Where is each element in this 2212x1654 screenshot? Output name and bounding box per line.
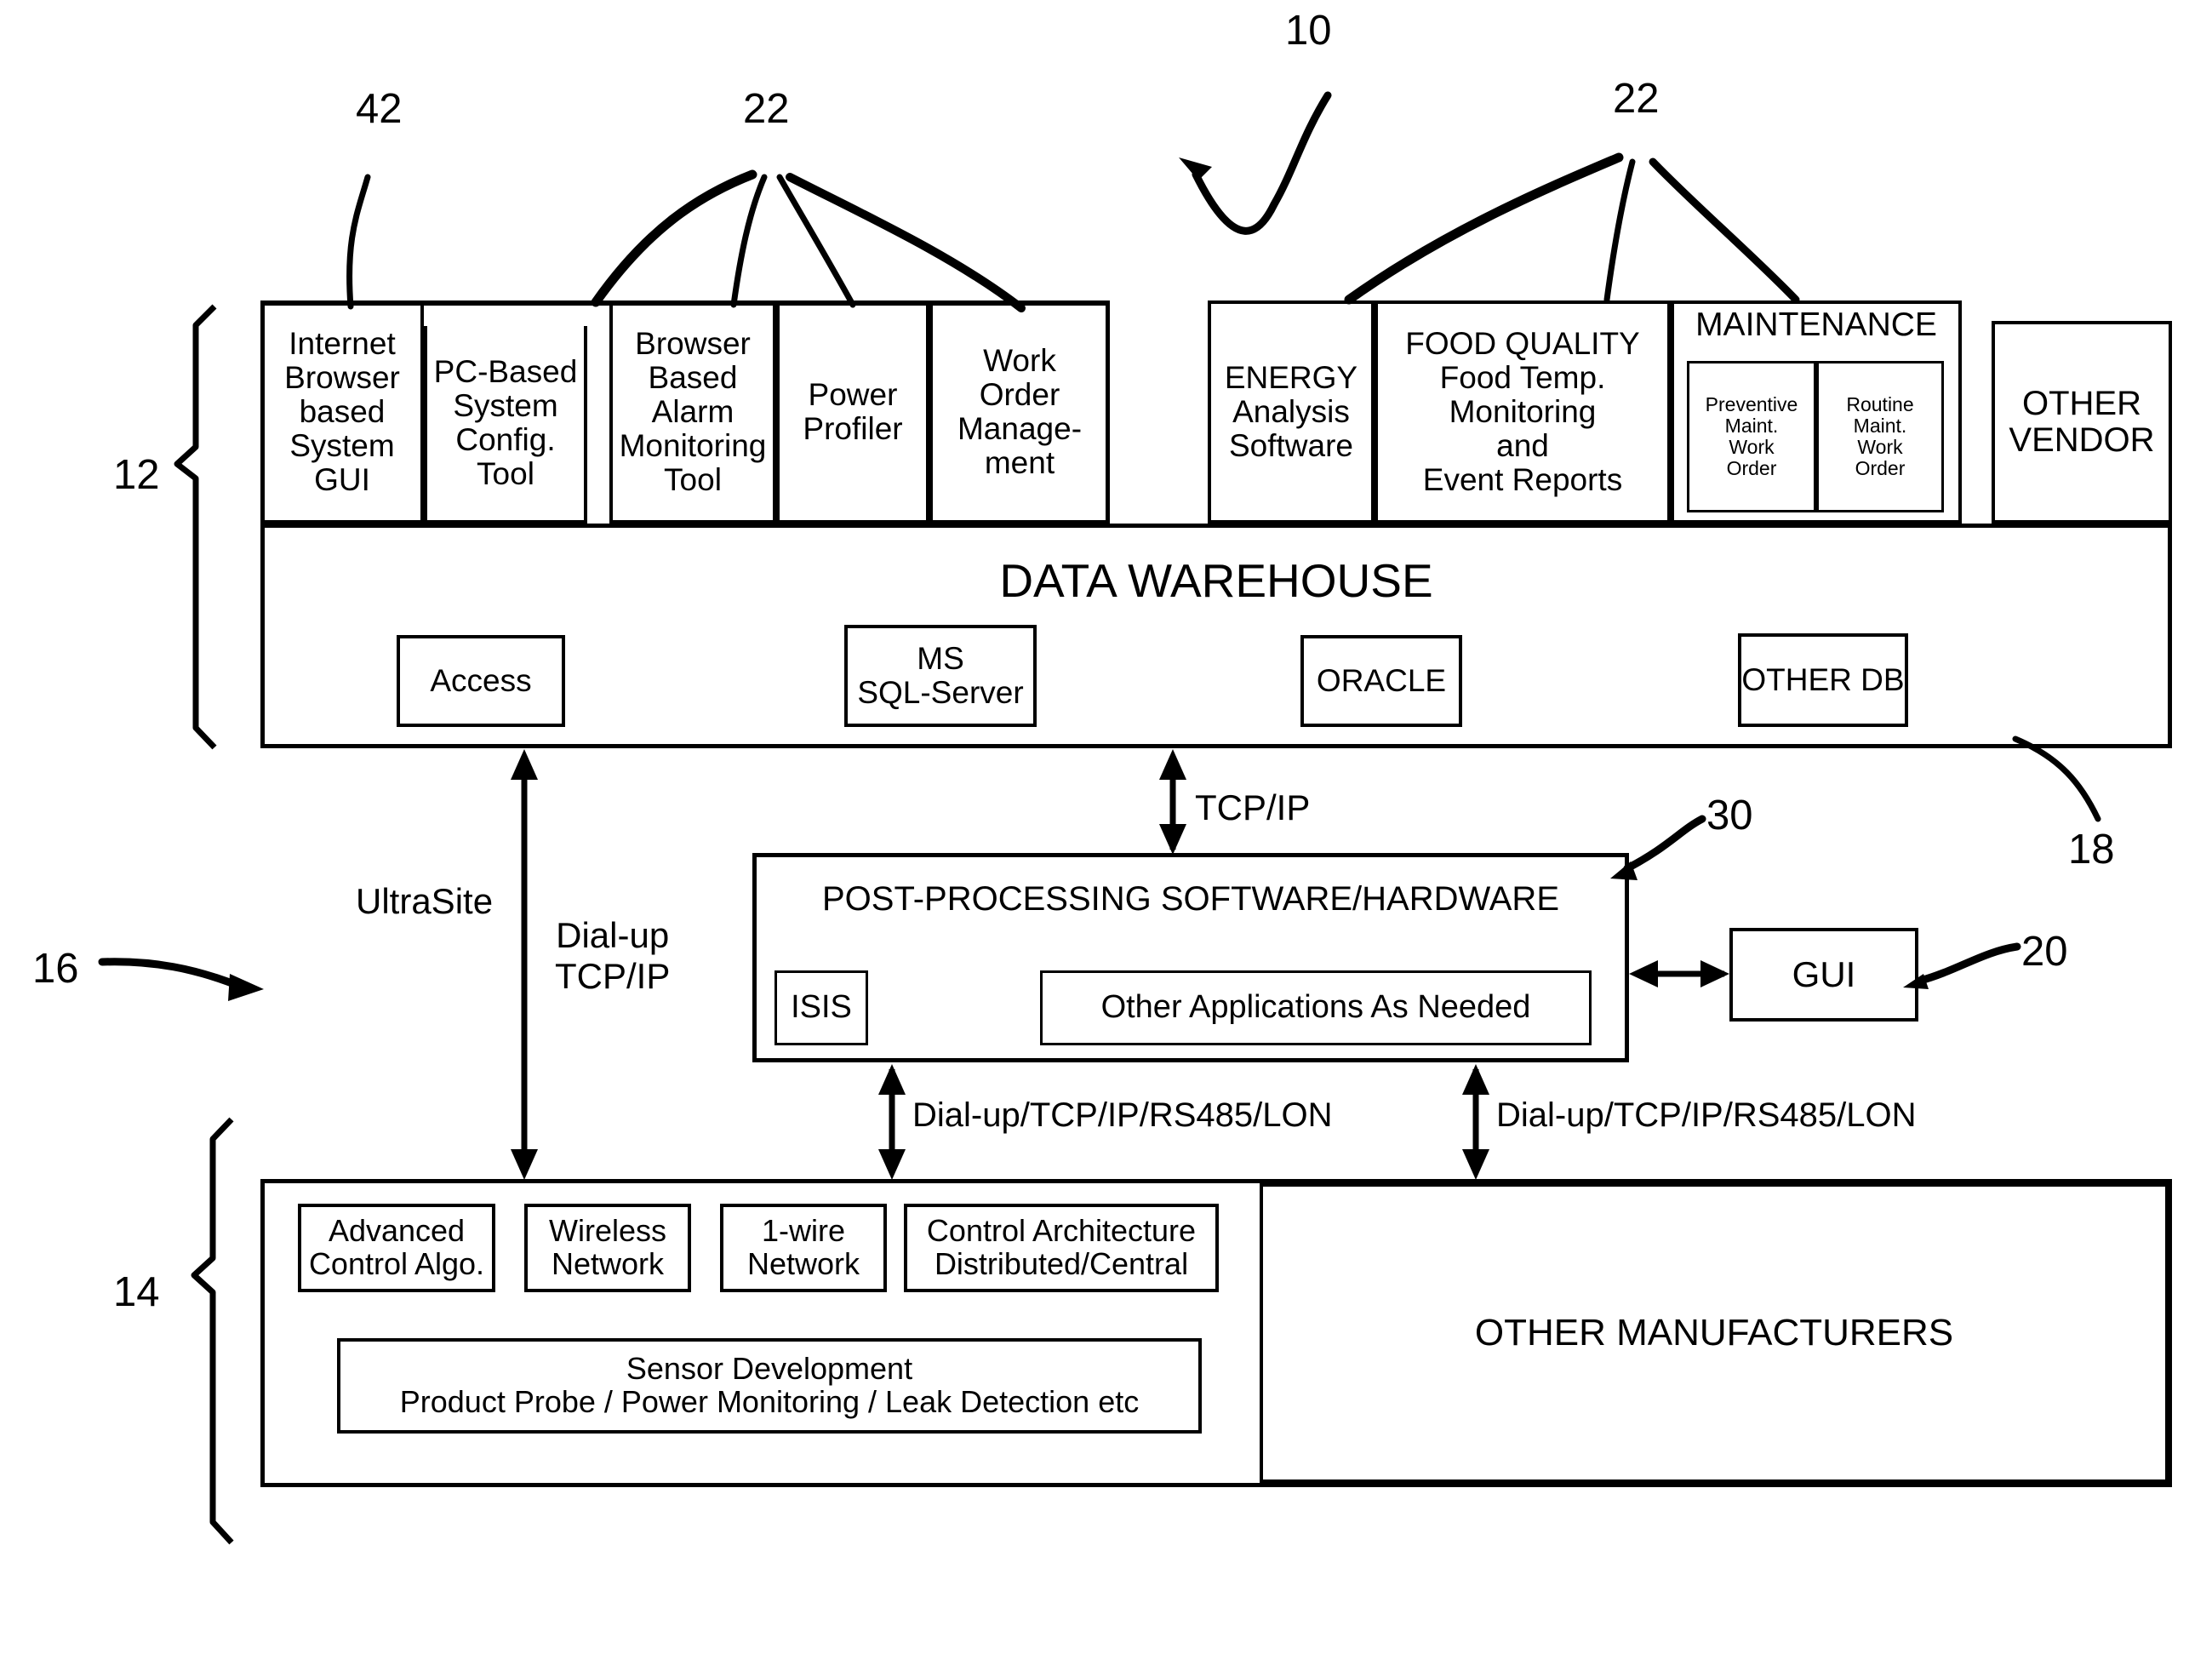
arrow-bus-left-head-down — [878, 1149, 906, 1180]
field-box-wireless-network[interactable]: Wireless Network — [524, 1204, 691, 1292]
brace-12 — [174, 304, 217, 750]
gui-label: GUI — [1792, 954, 1856, 995]
leader-20 — [1916, 942, 2021, 985]
field-box-1-wire-network[interactable]: 1-wire Network — [720, 1204, 887, 1292]
connector-label-bus-left: Dial-up/TCP/IP/RS485/LON — [912, 1096, 1333, 1134]
arrow-ultrasite-head-up — [511, 749, 538, 780]
app-tile-label: Internet Browser based System GUI — [284, 326, 400, 497]
left-group-right-rule — [1106, 300, 1110, 524]
arrow-tcpip-head-down — [1159, 824, 1186, 855]
leader-22-left-d — [786, 173, 1026, 312]
ref-number-22-left: 22 — [743, 86, 790, 132]
ref-number-18: 18 — [2068, 827, 2115, 873]
maintenance-title: MAINTENANCE — [1695, 306, 1937, 343]
arrow-bus-left-head-up — [878, 1064, 906, 1095]
data-warehouse-title: DATA WAREHOUSE — [999, 554, 1433, 607]
field-box-label: 1-wire Network — [746, 1213, 860, 1281]
app-tile-label: Work Order Manage-ment — [957, 343, 1083, 480]
leader-22-right-a — [1344, 152, 1624, 305]
ref-number-12: 12 — [113, 452, 160, 498]
field-box-label: Advanced Control Algo. — [308, 1213, 485, 1281]
field-box-label: Wireless Network — [548, 1213, 666, 1281]
maintenance-sub-routine[interactable]: Routine Maint. Work Order — [1816, 361, 1944, 512]
database-box-oracle[interactable]: ORACLE — [1300, 635, 1462, 727]
database-label: MS SQL-Server — [857, 641, 1024, 710]
leader-42 — [346, 174, 371, 310]
leader-22-left-a — [591, 169, 757, 307]
figure-canvas: 10 42 22 22 12 18 30 20 16 14 Internet Br… — [0, 0, 2212, 1654]
post-processing-title: POST-PROCESSING SOFTWARE/HARDWARE — [822, 880, 1559, 918]
app-tile-power-profiler[interactable]: Power Profiler — [776, 304, 929, 524]
leader-10 — [1192, 91, 1332, 235]
app-tile-label: OTHER VENDOR — [2009, 384, 2155, 459]
app-tile-work-order-management[interactable]: Work Order Manage-ment — [929, 304, 1106, 524]
leader-16-arrow — [228, 974, 264, 1001]
app-tile-food-quality[interactable]: FOOD QUALITY Food Temp. Monitoring and Event… — [1375, 304, 1671, 524]
app-tile-pc-based-config-tool[interactable]: PC-Based System Config. Tool — [424, 326, 587, 524]
app-tile-label: Browser Based Alarm Monitoring Tool — [619, 326, 767, 497]
arrow-bus-right-head-up — [1462, 1064, 1489, 1095]
connector-label-tcpip: TCP/IP — [1195, 787, 1311, 827]
ref-number-20: 20 — [2021, 929, 2068, 975]
field-box-sensor-development[interactable]: Sensor Development Product Probe / Power … — [337, 1338, 1202, 1434]
ref-number-10: 10 — [1285, 8, 1332, 54]
leader-30 — [1623, 815, 1706, 873]
leader-10-arrow — [1179, 157, 1212, 180]
gui-box[interactable]: GUI — [1729, 928, 1918, 1022]
ref-number-16: 16 — [32, 946, 79, 992]
app-tile-label: PC-Based System Config. Tool — [433, 354, 578, 491]
app-tile-energy-analysis-software[interactable]: ENERGY Analysis Software — [1208, 304, 1375, 524]
app-tile-label: FOOD QUALITY Food Temp. Monitoring and Event… — [1405, 326, 1640, 497]
other-applications-box[interactable]: Other Applications As Needed — [1040, 970, 1592, 1045]
field-box-control-architecture[interactable]: Control Architecture Distributed/Central — [904, 1204, 1219, 1292]
leader-22-left-b — [730, 174, 768, 308]
app-tile-internet-browser-gui[interactable]: Internet Browser based System GUI — [264, 304, 424, 524]
field-box-label: Control Architecture Distributed/Central — [926, 1213, 1197, 1281]
arrow-gui-head-left — [1629, 960, 1658, 987]
brace-14 — [191, 1117, 234, 1545]
left-group-left-rule — [260, 300, 265, 524]
arrow-ultrasite-head-down — [511, 1149, 538, 1180]
connector-label-bus-right: Dial-up/TCP/IP/RS485/LON — [1496, 1096, 1917, 1134]
database-box-access[interactable]: Access — [397, 635, 565, 727]
app-tile-browser-alarm-monitoring[interactable]: Browser Based Alarm Monitoring Tool — [609, 304, 776, 524]
leader-16 — [98, 958, 243, 990]
arrow-bus-right-head-down — [1462, 1149, 1489, 1180]
isis-box[interactable]: ISIS — [774, 970, 868, 1045]
field-box-label: Sensor Development Product Probe / Power … — [399, 1351, 1140, 1419]
app-tile-other-vendor[interactable]: OTHER VENDOR — [1992, 321, 2172, 524]
ref-number-14: 14 — [113, 1269, 160, 1315]
database-label: OTHER DB — [1741, 662, 1905, 698]
ref-number-42: 42 — [356, 86, 403, 132]
other-manufacturers-label: OTHER MANUFACTURERS — [1474, 1312, 1954, 1354]
other-manufacturers-box[interactable]: OTHER MANUFACTURERS — [1260, 1183, 2169, 1483]
connector-label-dialup-tcpip: Dial-up TCP/IP — [555, 915, 671, 997]
maintenance-sub-label: Preventive Maint. Work Order — [1705, 393, 1798, 479]
arrow-gui-head-right — [1700, 960, 1729, 987]
other-applications-label: Other Applications As Needed — [1100, 989, 1531, 1026]
database-label: ORACLE — [1316, 663, 1447, 699]
app-tile-label: Power Profiler — [803, 377, 903, 446]
isis-label: ISIS — [791, 989, 852, 1026]
leader-22-right-c — [1649, 157, 1800, 304]
leader-22-left-c — [776, 174, 856, 308]
database-box-other-db[interactable]: OTHER DB — [1738, 633, 1908, 727]
leader-18 — [2012, 735, 2101, 822]
maintenance-sub-label: Routine Maint. Work Order — [1846, 393, 1914, 479]
arrow-tcpip-head-up — [1159, 749, 1186, 780]
ref-number-22-right: 22 — [1613, 76, 1660, 122]
maintenance-sub-preventive[interactable]: Preventive Maint. Work Order — [1687, 361, 1816, 512]
database-label: Access — [430, 663, 532, 699]
ref-number-30: 30 — [1706, 793, 1753, 838]
left-group-top-rule — [260, 300, 1110, 306]
field-box-advanced-control-algo[interactable]: Advanced Control Algo. — [298, 1204, 495, 1292]
leader-22-right-b — [1603, 158, 1636, 303]
database-box-ms-sql-server[interactable]: MS SQL-Server — [844, 625, 1037, 727]
connector-label-ultrasite: UltraSite — [356, 881, 494, 921]
app-tile-label: ENERGY Analysis Software — [1224, 360, 1358, 463]
